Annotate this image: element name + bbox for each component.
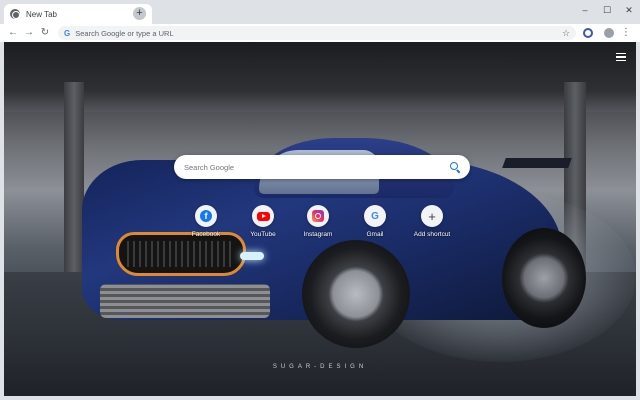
shortcut-label: Instagram <box>303 231 333 238</box>
maximize-button[interactable]: ☐ <box>596 0 618 20</box>
car-front-wheel <box>302 240 410 348</box>
close-window-button[interactable]: ✕ <box>618 0 640 20</box>
gmail-icon: G <box>371 210 379 222</box>
car-headlight <box>240 252 264 260</box>
browser-menu-icon[interactable]: ⋮ <box>620 26 632 40</box>
facebook-icon: f <box>200 210 212 222</box>
shortcut-facebook[interactable]: f Facebook <box>178 205 234 253</box>
shortcut-label: YouTube <box>250 231 276 238</box>
reload-button[interactable]: ↻ <box>38 26 52 40</box>
window-controls: – ☐ ✕ <box>574 0 640 20</box>
new-tab-page: f Facebook YouTube Instagram G Gmail + A… <box>4 42 636 396</box>
search-icon[interactable] <box>450 162 460 172</box>
search-input[interactable] <box>184 162 450 172</box>
shortcut-icon-tile: f <box>195 205 217 227</box>
extension-icon[interactable] <box>583 28 593 38</box>
car-spoiler <box>502 158 572 168</box>
add-icon: + <box>428 208 436 224</box>
profile-avatar-icon[interactable] <box>604 28 614 38</box>
back-button[interactable]: ← <box>6 26 20 40</box>
shortcut-icon-tile <box>307 205 329 227</box>
youtube-icon <box>256 211 270 221</box>
background-pillar <box>64 82 84 282</box>
car-rear-wheel <box>502 228 586 328</box>
tab-new-tab[interactable]: New Tab × <box>4 4 152 24</box>
tab-title: New Tab <box>26 9 57 19</box>
shortcut-label: Facebook <box>191 231 221 238</box>
tab-strip: New Tab × + – ☐ ✕ <box>0 0 640 24</box>
hamburger-menu-icon[interactable] <box>616 53 626 61</box>
shortcut-icon-tile: G <box>364 205 386 227</box>
shortcut-add[interactable]: + Add shortcut <box>404 205 460 253</box>
globe-icon <box>10 9 20 19</box>
new-tab-button[interactable]: + <box>133 7 146 20</box>
shortcut-label: Gmail <box>366 231 384 238</box>
omnibox[interactable]: G <box>58 26 576 40</box>
bookmark-star-icon[interactable]: ☆ <box>562 26 570 40</box>
google-icon: G <box>64 28 71 38</box>
shortcut-gmail[interactable]: G Gmail <box>347 205 403 253</box>
shortcut-label: Add shortcut <box>413 231 451 238</box>
forward-button[interactable]: → <box>22 26 36 40</box>
omnibox-input[interactable] <box>75 28 516 38</box>
instagram-icon <box>312 210 324 222</box>
shortcut-youtube[interactable]: YouTube <box>235 205 291 253</box>
background-bridge <box>4 42 636 112</box>
shortcut-instagram[interactable]: Instagram <box>290 205 346 253</box>
minimize-button[interactable]: – <box>574 0 596 20</box>
shortcut-icon-tile <box>252 205 274 227</box>
shortcut-icon-tile: + <box>421 205 443 227</box>
car-intercooler <box>100 284 270 318</box>
watermark-text: SUGAR-DESIGN <box>272 364 368 370</box>
browser-toolbar: ← → ↻ G ☆ ⋮ <box>0 24 640 42</box>
google-search-box[interactable] <box>174 155 470 179</box>
